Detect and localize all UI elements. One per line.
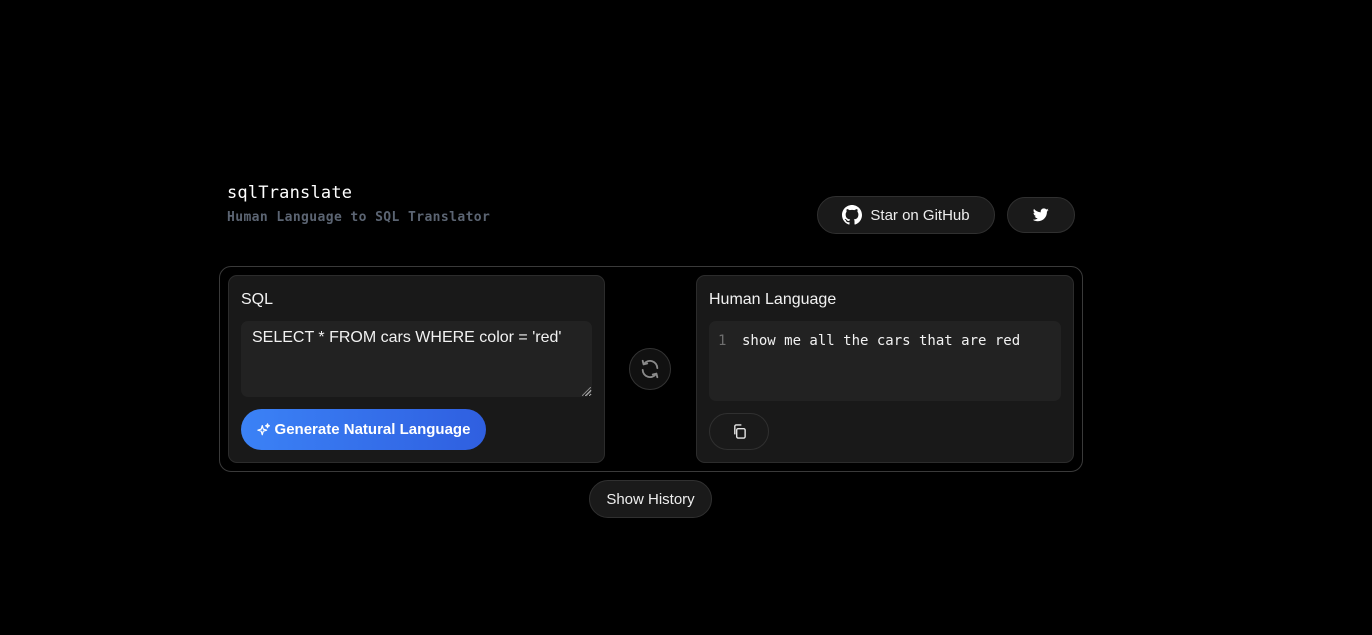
human-language-output[interactable]: 1 show me all the cars that are red [709,321,1061,401]
page: sqlTranslate Human Language to SQL Trans… [0,0,1372,635]
twitter-icon [1033,208,1049,222]
github-button-label: Star on GitHub [870,206,970,224]
show-history-button[interactable]: Show History [589,480,712,518]
sql-panel: SQL SELECT * FROM cars WHERE color = 're… [228,275,605,463]
sparkles-icon [256,422,275,437]
app-subtitle: Human Language to SQL Translator [227,210,491,225]
sql-panel-title: SQL [241,291,274,308]
github-icon [842,205,870,225]
copy-icon [732,424,747,439]
app-title: sqlTranslate [227,183,353,203]
brand: sqlTranslate Human Language to SQL Trans… [227,182,490,225]
line-number: 1 [718,333,727,349]
output-text: show me all the cars that are red [742,333,1021,349]
human-panel-title: Human Language [709,291,837,308]
sql-input[interactable]: SELECT * FROM cars WHERE color = 'red' [241,321,592,397]
copy-button[interactable] [709,413,769,450]
generate-button-label: Generate Natural Language [274,421,471,438]
human-language-panel: Human Language 1 show me all the cars th… [696,275,1074,463]
generate-natural-language-button[interactable]: Generate Natural Language [241,409,486,450]
star-on-github-button[interactable]: Star on GitHub [817,196,995,234]
swap-arrows-icon [639,358,661,380]
twitter-button[interactable] [1007,197,1075,233]
swap-button[interactable] [629,348,671,390]
